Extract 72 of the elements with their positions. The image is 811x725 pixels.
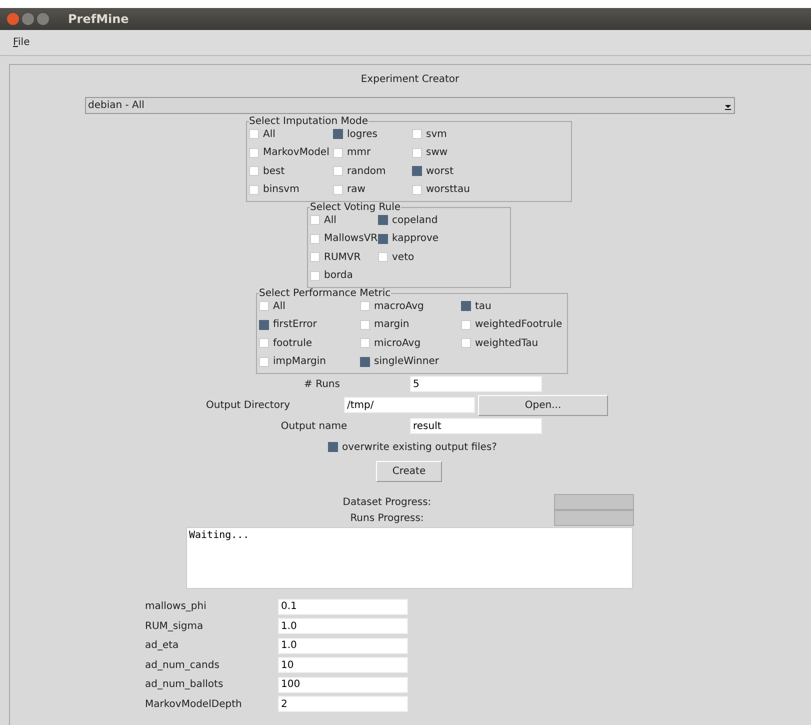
open-button[interactable]: Open...	[478, 394, 608, 416]
field-label: Output name	[280, 420, 348, 432]
checkbox-option[interactable]: worsttau	[412, 182, 571, 197]
checkbox-option[interactable]: veto	[378, 250, 510, 264]
group-title: Select Imputation Mode	[249, 116, 368, 127]
checkbox[interactable]	[378, 234, 388, 244]
input-field[interactable]: 5	[410, 376, 542, 392]
param-label: ad_eta	[145, 640, 180, 652]
checkbox[interactable]	[328, 442, 338, 452]
input-field[interactable]: 100	[278, 676, 408, 693]
checkbox-option[interactable]: logres	[333, 127, 412, 142]
param-label: RUM_sigma	[145, 620, 204, 632]
input-field[interactable]: result	[410, 418, 542, 434]
checkbox[interactable]	[259, 320, 269, 330]
input-field[interactable]: 1.0	[278, 618, 408, 634]
checkbox-option[interactable]: raw	[333, 182, 412, 197]
checkbox-option[interactable]: sww	[412, 146, 571, 160]
input-field[interactable]: 10	[278, 657, 408, 674]
input-field[interactable]: 1.0	[278, 638, 408, 654]
window-title: PrefMine	[68, 12, 129, 26]
checkbox-option[interactable]: mmr	[333, 146, 412, 160]
checkbox-option[interactable]: binsvm	[249, 182, 333, 197]
checkbox[interactable]	[360, 356, 370, 367]
checkbox-option[interactable]: random	[333, 164, 412, 178]
checkbox-option[interactable]: All	[310, 213, 378, 228]
menu-item[interactable]: File	[13, 37, 30, 48]
input-field[interactable]: 0.1	[278, 598, 408, 615]
checkbox-option[interactable]: footrule	[259, 336, 360, 350]
checkbox[interactable]	[378, 215, 388, 226]
param-label: ad_num_cands	[145, 660, 220, 671]
progress-label: Dataset Progress:	[342, 496, 432, 508]
create-button[interactable]: Create	[376, 460, 442, 482]
checkbox-option[interactable]: weightedFootrule	[461, 318, 567, 332]
checkbox-option[interactable]: weightedTau	[461, 336, 567, 350]
param-label: MarkovModelDepth	[145, 698, 243, 710]
checkbox-option[interactable]: firstError	[259, 318, 360, 332]
checkbox-option[interactable]: MallowsVR	[310, 232, 378, 246]
checkbox-option[interactable]: best	[249, 164, 333, 178]
group-title: Select Voting Rule	[310, 202, 401, 213]
checkbox-option[interactable]: singleWinner	[360, 354, 461, 369]
checkbox-option[interactable]: All	[259, 299, 360, 314]
checkbox-option[interactable]: MarkovModel	[249, 146, 333, 160]
checkbox[interactable]	[461, 301, 471, 312]
field-label: Output Directory	[204, 400, 291, 410]
checkbox-option[interactable]: microAvg	[360, 336, 461, 350]
input-field[interactable]: 2	[278, 696, 408, 712]
checkbox-option[interactable]: macroAvg	[360, 299, 461, 314]
checkbox-option[interactable]: overwrite existing output files?	[328, 440, 497, 454]
checkbox-option[interactable]: kapprove	[378, 232, 510, 246]
dataset-dropdown[interactable]: debian - All	[85, 97, 735, 114]
progress-label: Runs Progress:	[349, 512, 425, 524]
checkbox-option[interactable]: RUMVR	[310, 250, 378, 264]
maximize-icon[interactable]	[37, 13, 49, 25]
close-icon[interactable]	[7, 13, 19, 25]
checkbox-option[interactable]: tau	[461, 299, 567, 314]
checkbox-option[interactable]: All	[249, 127, 333, 142]
checkbox-option[interactable]: margin	[360, 318, 461, 332]
group-title: Select Performance Metric	[259, 288, 391, 299]
checkbox-option[interactable]: borda	[310, 268, 378, 283]
checkbox[interactable]	[333, 129, 343, 140]
checkbox-option[interactable]: worst	[412, 164, 571, 178]
input-field[interactable]: /tmp/	[344, 397, 475, 413]
checkbox-option[interactable]: svm	[412, 127, 571, 142]
checkbox-option[interactable]: copeland	[378, 213, 510, 228]
param-label: ad_num_ballots	[145, 679, 224, 690]
log-textarea[interactable]: Waiting...	[186, 527, 633, 589]
field-label: # Runs	[303, 378, 341, 390]
param-label: mallows_phi	[145, 601, 208, 612]
form-heading: Experiment Creator	[360, 74, 460, 85]
checkbox-option[interactable]: impMargin	[259, 354, 360, 369]
minimize-icon[interactable]	[22, 13, 34, 25]
checkbox[interactable]	[412, 166, 422, 176]
